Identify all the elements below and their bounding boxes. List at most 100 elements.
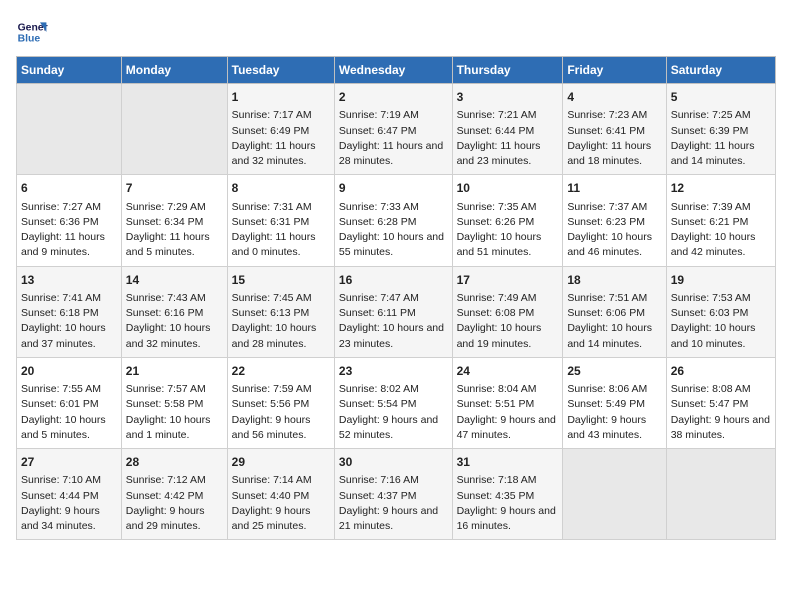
sunrise-text: Sunrise: 7:21 AM [457,109,537,121]
calendar-cell: 18Sunrise: 7:51 AMSunset: 6:06 PMDayligh… [563,266,666,357]
sunrise-text: Sunrise: 7:41 AM [21,292,101,304]
calendar-table: SundayMondayTuesdayWednesdayThursdayFrid… [16,56,776,540]
calendar-week-row: 27Sunrise: 7:10 AMSunset: 4:44 PMDayligh… [17,449,776,540]
day-number: 21 [126,363,223,380]
daylight-text: Daylight: 10 hours and 28 minutes. [232,322,317,349]
day-number: 10 [457,180,559,197]
calendar-cell [121,84,227,175]
day-number: 2 [339,89,448,106]
daylight-text: Daylight: 9 hours and 52 minutes. [339,414,438,441]
sunrise-text: Sunrise: 8:02 AM [339,383,419,395]
sunset-text: Sunset: 6:31 PM [232,216,310,228]
logo: General Blue [16,16,48,48]
calendar-cell: 21Sunrise: 7:57 AMSunset: 5:58 PMDayligh… [121,357,227,448]
sunset-text: Sunset: 6:11 PM [339,307,416,319]
page-header: General Blue [16,16,776,48]
sunrise-text: Sunrise: 7:29 AM [126,201,206,213]
daylight-text: Daylight: 9 hours and 38 minutes. [671,414,770,441]
day-number: 16 [339,272,448,289]
daylight-text: Daylight: 10 hours and 5 minutes. [21,414,106,441]
sunrise-text: Sunrise: 7:39 AM [671,201,751,213]
sunrise-text: Sunrise: 7:35 AM [457,201,537,213]
sunrise-text: Sunrise: 7:10 AM [21,474,101,486]
day-number: 26 [671,363,771,380]
day-number: 28 [126,454,223,471]
calendar-cell: 17Sunrise: 7:49 AMSunset: 6:08 PMDayligh… [452,266,563,357]
day-number: 8 [232,180,330,197]
sunrise-text: Sunrise: 7:43 AM [126,292,206,304]
calendar-cell: 1 Sunrise: 7:17 AM Sunset: 6:49 PM Daylight… [227,84,334,175]
sunrise-text: Sunrise: 7:18 AM [457,474,537,486]
sunrise-text: Sunrise: 8:04 AM [457,383,537,395]
sunset-text: Sunset: 6:39 PM [671,125,749,137]
sunset-text: Sunset: 6:18 PM [21,307,99,319]
sunset-text: Sunset: 6:44 PM [457,125,535,137]
daylight-text: Daylight: 10 hours and 37 minutes. [21,322,106,349]
daylight-text: Daylight: 9 hours and 43 minutes. [567,414,646,441]
calendar-cell: 5Sunrise: 7:25 AMSunset: 6:39 PMDaylight… [666,84,775,175]
calendar-cell: 25Sunrise: 8:06 AMSunset: 5:49 PMDayligh… [563,357,666,448]
sunset-text: Sunset: 4:40 PM [232,490,310,502]
daylight-text: Daylight: 10 hours and 46 minutes. [567,231,652,258]
svg-text:Blue: Blue [18,34,41,45]
day-number: 29 [232,454,330,471]
sunset-text: Sunset: 5:47 PM [671,398,749,410]
sunset-text: Sunset: 6:23 PM [567,216,645,228]
calendar-header-row: SundayMondayTuesdayWednesdayThursdayFrid… [17,57,776,84]
column-header-thursday: Thursday [452,57,563,84]
sunrise-text: Sunrise: 7:47 AM [339,292,419,304]
sunrise-text: Sunrise: 7:17 AM [232,109,312,121]
sunrise-text: Sunrise: 7:45 AM [232,292,312,304]
day-number: 15 [232,272,330,289]
daylight-text: Daylight: 10 hours and 55 minutes. [339,231,444,258]
sunrise-text: Sunrise: 7:33 AM [339,201,419,213]
daylight-text: Daylight: 11 hours and 28 minutes. [339,140,443,167]
daylight-text: Daylight: 11 hours and 14 minutes. [671,140,755,167]
calendar-cell: 20Sunrise: 7:55 AMSunset: 6:01 PMDayligh… [17,357,122,448]
daylight-text: Daylight: 11 hours and 9 minutes. [21,231,105,258]
daylight-text: Daylight: 10 hours and 14 minutes. [567,322,652,349]
day-number: 27 [21,454,117,471]
sunrise-text: Sunrise: 7:19 AM [339,109,419,121]
sunset-text: Sunset: 4:42 PM [126,490,204,502]
sunset-text: Sunset: 6:03 PM [671,307,749,319]
daylight-text: Daylight: 11 hours and 23 minutes. [457,140,541,167]
sunrise-text: Sunrise: 7:51 AM [567,292,647,304]
calendar-cell [666,449,775,540]
daylight-text: Daylight: 10 hours and 23 minutes. [339,322,444,349]
calendar-cell: 13Sunrise: 7:41 AMSunset: 6:18 PMDayligh… [17,266,122,357]
sunrise-text: Sunrise: 7:16 AM [339,474,419,486]
daylight-text: Daylight: 10 hours and 51 minutes. [457,231,542,258]
sunset-text: Sunset: 6:26 PM [457,216,535,228]
daylight-text: Daylight: 9 hours and 34 minutes. [21,505,100,532]
day-number: 17 [457,272,559,289]
sunset-text: Sunset: 5:54 PM [339,398,417,410]
column-header-wednesday: Wednesday [334,57,452,84]
day-number: 7 [126,180,223,197]
day-number: 5 [671,89,771,106]
sunrise-text: Sunrise: 7:57 AM [126,383,206,395]
sunset-text: Sunset: 6:47 PM [339,125,417,137]
day-number: 20 [21,363,117,380]
sunrise-text: Sunrise: 7:23 AM [567,109,647,121]
sunset-text: Sunset: 5:56 PM [232,398,310,410]
day-number: 24 [457,363,559,380]
calendar-cell: 19Sunrise: 7:53 AMSunset: 6:03 PMDayligh… [666,266,775,357]
sunrise-text: Sunrise: 7:55 AM [21,383,101,395]
daylight-text: Daylight: 9 hours and 29 minutes. [126,505,205,532]
daylight-text: Daylight: 9 hours and 16 minutes. [457,505,556,532]
calendar-week-row: 20Sunrise: 7:55 AMSunset: 6:01 PMDayligh… [17,357,776,448]
daylight-text: Daylight: 11 hours and 32 minutes. [232,140,316,167]
daylight-text: Daylight: 9 hours and 25 minutes. [232,505,311,532]
daylight-text: Daylight: 10 hours and 1 minute. [126,414,211,441]
day-number: 1 [232,89,330,106]
sunrise-text: Sunrise: 7:14 AM [232,474,312,486]
calendar-cell: 24Sunrise: 8:04 AMSunset: 5:51 PMDayligh… [452,357,563,448]
sunset-text: Sunset: 6:49 PM [232,125,310,137]
calendar-cell: 10 Sunrise: 7:35 AM Sunset: 6:26 PM Dayligh… [452,175,563,266]
daylight-text: Daylight: 9 hours and 56 minutes. [232,414,311,441]
day-number: 6 [21,180,117,197]
sunrise-text: Sunrise: 7:27 AM [21,201,101,213]
calendar-cell: 15Sunrise: 7:45 AMSunset: 6:13 PMDayligh… [227,266,334,357]
day-number: 19 [671,272,771,289]
